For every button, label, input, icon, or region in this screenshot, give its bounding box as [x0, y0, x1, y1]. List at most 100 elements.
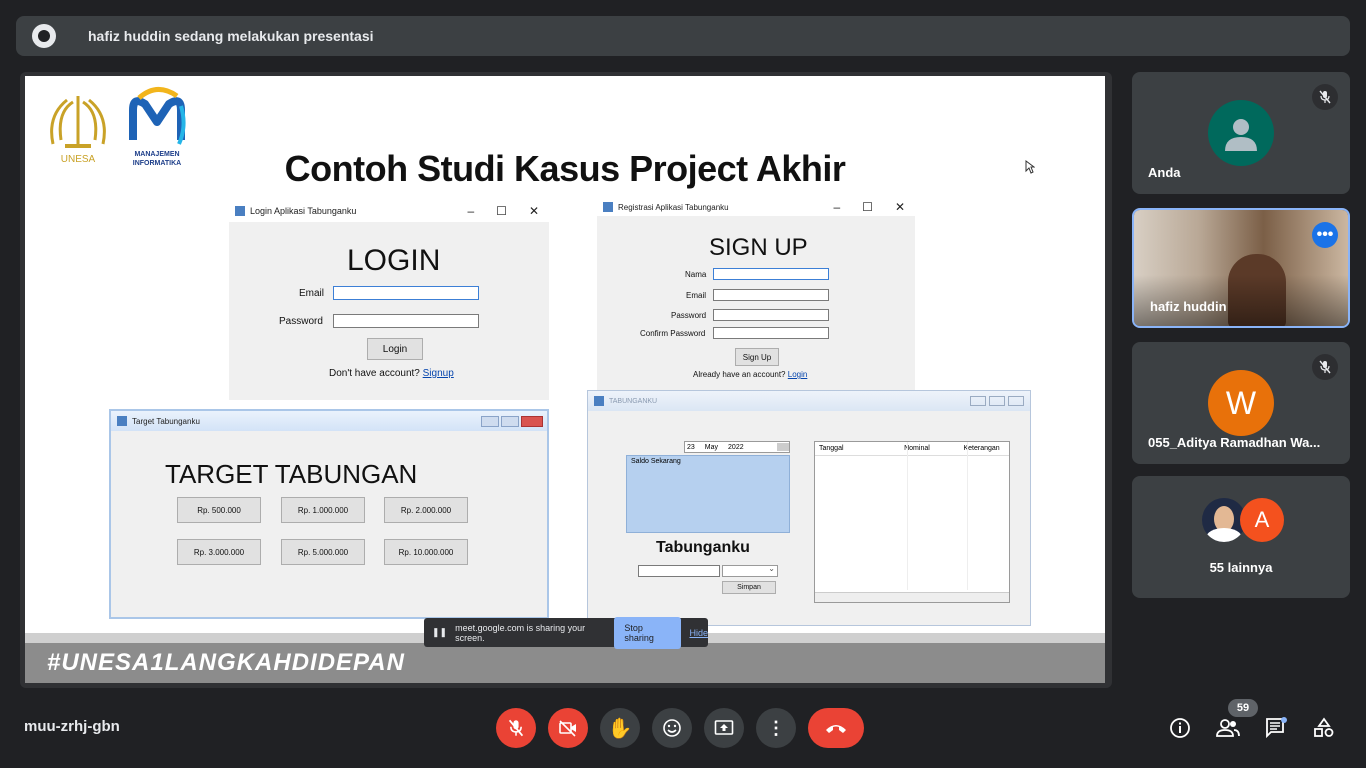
reactions-button[interactable]: [652, 708, 692, 748]
slide-title: Contoh Studi Kasus Project Akhir: [284, 148, 846, 189]
hand-icon: ✋: [607, 717, 633, 740]
hide-notice-link[interactable]: Hide: [689, 628, 708, 638]
people-count-badge: 59: [1228, 699, 1258, 717]
app-icon: [594, 396, 604, 406]
date-picker: 23 May 2022: [684, 441, 790, 453]
hang-up-icon: [826, 725, 846, 733]
chat-button[interactable]: [1260, 712, 1292, 744]
app-icon: [235, 206, 245, 216]
avatar: W: [1208, 370, 1274, 436]
screen-share-notice: ❚❚ meet.google.com is sharing your scree…: [424, 616, 708, 649]
mic-toggle-button[interactable]: [496, 708, 536, 748]
mic-off-icon: [1312, 84, 1338, 110]
mic-off-icon: [1312, 354, 1338, 380]
close-icon: ✕: [528, 204, 539, 218]
signup-password-field: [713, 309, 829, 321]
app-icon: [117, 416, 127, 426]
camera-toggle-button[interactable]: [548, 708, 588, 748]
app-icon: [603, 202, 613, 212]
slide-hashtag: #UNESA1LANGKAHDIDEPAN: [47, 649, 405, 676]
pause-icon: ❚❚: [432, 627, 448, 637]
more-vert-icon: ⋮: [767, 718, 785, 738]
target-button: Rp. 3.000.000: [177, 539, 261, 565]
calendar-icon: [777, 443, 789, 451]
maximize-icon: [989, 396, 1005, 406]
column-header: Tanggal: [819, 445, 844, 452]
presenter-avatar: [32, 24, 56, 48]
login-heading: LOGIN: [347, 244, 441, 277]
window-title: TABUNGANKU: [609, 397, 658, 405]
maximize-icon: ☐: [862, 200, 873, 214]
avatar: A: [1240, 498, 1284, 542]
participant-tile-aditya[interactable]: W 055_Aditya Ramadhan Wa...: [1132, 342, 1350, 464]
participant-name: hafiz huddin: [1150, 299, 1227, 314]
target-button: Rp. 500.000: [177, 497, 261, 523]
more-options-icon[interactable]: •••: [1312, 222, 1338, 248]
more-options-button[interactable]: ⋮: [756, 708, 796, 748]
presenter-banner-text: hafiz huddin sedang melakukan presentasi: [88, 28, 374, 44]
chevron-down-icon: ⌄: [768, 564, 775, 573]
maximize-icon: ☐: [496, 204, 507, 218]
cursor-icon: [1025, 160, 1036, 179]
target-button: Rp. 1.000.000: [281, 497, 365, 523]
maximize-icon: [501, 415, 519, 427]
target-heading: TARGET TABUNGAN: [165, 459, 418, 489]
chat-icon: [1266, 717, 1287, 739]
leave-call-button[interactable]: [808, 708, 864, 748]
avatar: [1208, 100, 1274, 166]
stop-sharing-button[interactable]: Stop sharing: [614, 616, 682, 649]
login-password-field: [333, 314, 479, 328]
login-window: Login Aplikasi Tabunganku – ☐ ✕ LOGIN Emai…: [229, 200, 549, 400]
meeting-details-button[interactable]: [1164, 712, 1196, 744]
present-screen-button[interactable]: [704, 708, 744, 748]
meeting-code: muu-zrhj-gbn: [24, 718, 120, 735]
window-title: Target Tabunganku: [132, 416, 200, 426]
presenter-banner: hafiz huddin sedang melakukan presentasi: [16, 16, 1350, 56]
participant-name: 55 lainnya: [1209, 560, 1273, 575]
signup-nama-field: [713, 268, 829, 280]
participant-tile-presenter[interactable]: ••• hafiz huddin: [1132, 208, 1350, 328]
window-title: Registrasi Aplikasi Tabunganku: [618, 202, 729, 212]
participant-tile-anda[interactable]: Anda: [1132, 72, 1350, 194]
login-email-field: [333, 286, 479, 300]
signup-confirm-field: [713, 327, 829, 339]
close-icon: ✕: [894, 200, 905, 214]
shared-slide: UNESA MANAJEMEN INFORMATIKA Contoh Studi…: [25, 76, 1105, 683]
target-window: Target Tabunganku TARGET TABUNGAN Rp. 50…: [109, 409, 549, 619]
tabungan-window: TABUNGANKU 23 May 2022 Saldo Sekarang Ta…: [587, 390, 1031, 626]
participant-tile-others[interactable]: A 55 lainnya: [1132, 476, 1350, 598]
participant-name: Anda: [1148, 165, 1181, 180]
close-icon: [521, 415, 543, 427]
signup-link: Signup: [422, 368, 454, 379]
keterangan-dropdown: ⌄: [722, 564, 778, 577]
raise-hand-button[interactable]: ✋: [600, 708, 640, 748]
minimize-icon: –: [833, 200, 841, 214]
signup-email-field: [713, 289, 829, 301]
signup-window: Registrasi Aplikasi Tabunganku – ☐ ✕ SIGN …: [597, 198, 915, 390]
emoji-icon: [663, 719, 681, 737]
simpan-button: Simpan: [722, 581, 776, 594]
mic-off-icon: [508, 719, 524, 737]
horizontal-scrollbar: [815, 592, 1009, 602]
history-table: Tanggal Nominal Keterangan: [814, 441, 1010, 603]
target-button: Rp. 2.000.000: [384, 497, 468, 523]
tabunganku-heading: Tabunganku: [656, 539, 750, 556]
close-icon: [1008, 396, 1024, 406]
activities-button[interactable]: [1308, 712, 1340, 744]
share-notice-text: meet.google.com is sharing your screen.: [455, 622, 586, 643]
minimize-icon: [970, 396, 986, 406]
info-icon: [1170, 718, 1190, 738]
login-link: Login: [787, 370, 808, 379]
signup-button: Sign Up: [735, 348, 779, 366]
column-header: Nominal: [904, 445, 930, 452]
window-title: Login Aplikasi Tabunganku: [250, 206, 357, 216]
nominal-field: [638, 565, 720, 577]
minimize-icon: –: [467, 204, 475, 218]
people-icon: [1216, 719, 1240, 737]
target-button: Rp. 5.000.000: [281, 539, 365, 565]
target-button: Rp. 10.000.000: [384, 539, 468, 565]
column-header: Keterangan: [963, 445, 1000, 452]
minimize-icon: [481, 415, 499, 427]
present-icon: [714, 720, 734, 735]
shapes-icon: [1314, 717, 1334, 737]
